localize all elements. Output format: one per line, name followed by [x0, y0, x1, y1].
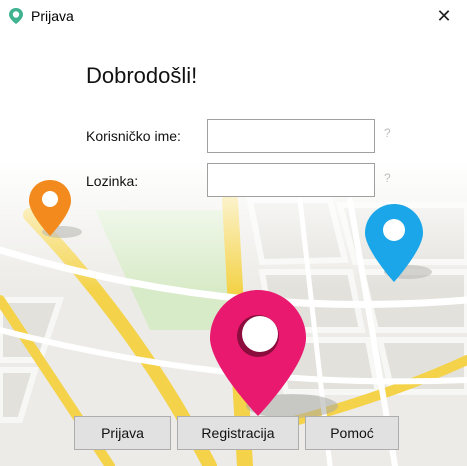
location-pin-icon [9, 8, 23, 24]
close-icon: ✕ [436, 5, 452, 26]
password-label: Lozinka: [86, 173, 139, 189]
username-help-icon[interactable]: ? [384, 126, 391, 140]
help-button[interactable]: Pomoć [305, 416, 399, 450]
close-button[interactable]: ✕ [421, 0, 467, 32]
window-title: Prijava [31, 8, 74, 24]
title-bar: Prijava ✕ [0, 0, 467, 32]
login-window: Prijava ✕ Dobrodošli! Korisničko ime: ? … [0, 0, 467, 466]
username-label: Korisničko ime: [86, 128, 181, 144]
password-field[interactable] [207, 163, 375, 197]
username-field[interactable] [207, 119, 375, 153]
map-background [0, 160, 467, 466]
login-button[interactable]: Prijava [74, 416, 171, 450]
password-help-icon[interactable]: ? [384, 171, 391, 185]
welcome-heading: Dobrodošli! [86, 63, 198, 88]
register-button[interactable]: Registracija [177, 416, 299, 450]
